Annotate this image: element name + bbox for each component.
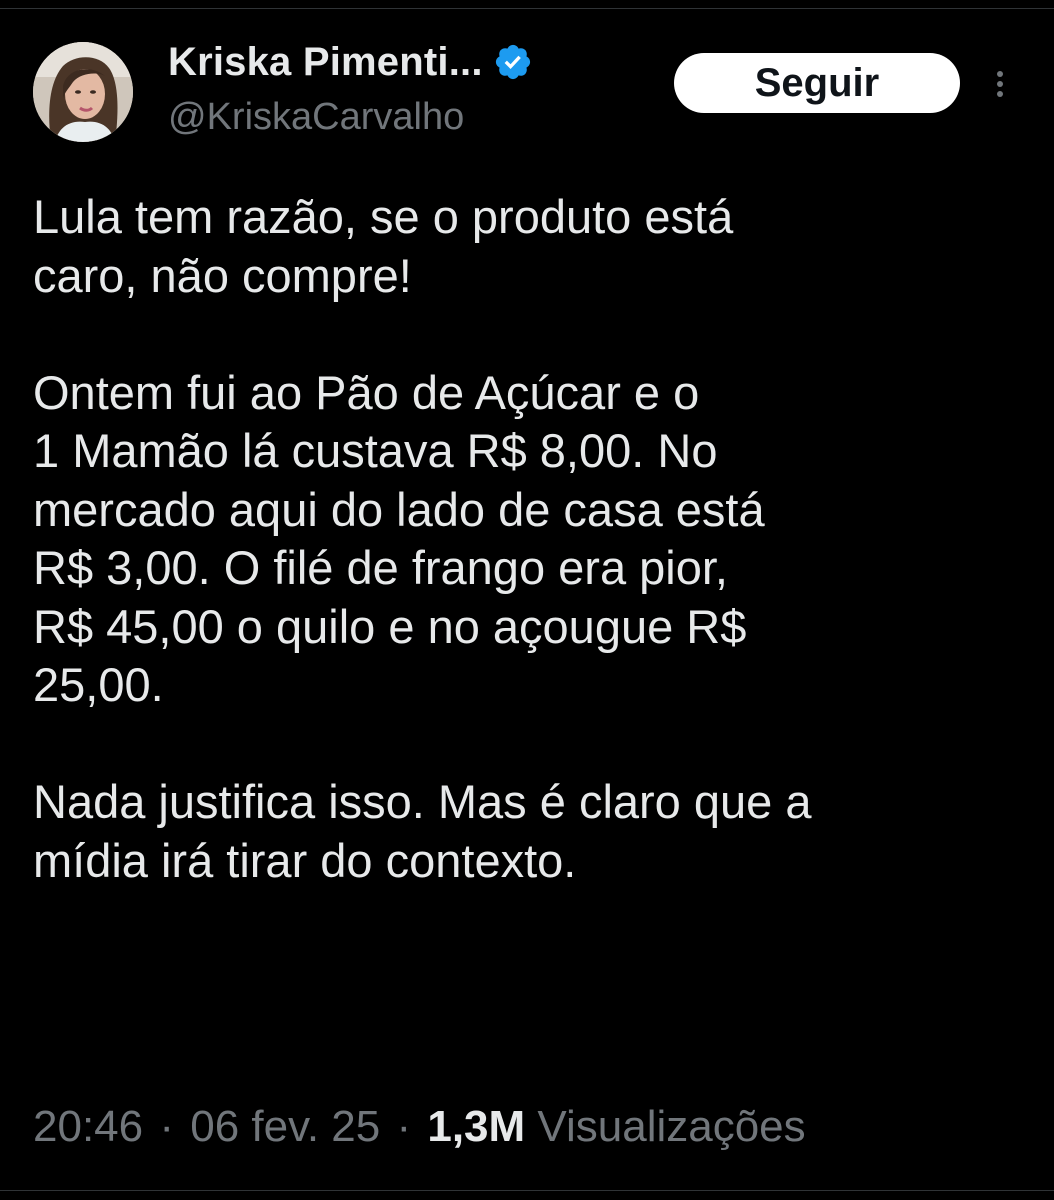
meta-separator: · <box>159 1102 174 1151</box>
author-name-row: Kriska Pimenti... <box>168 36 533 88</box>
top-divider <box>0 8 1054 9</box>
follow-button[interactable]: Seguir <box>674 53 960 113</box>
avatar-image <box>33 42 133 142</box>
tweet-time[interactable]: 20:46 <box>33 1102 143 1151</box>
tweet-paragraph: Lula tem razão, se o produto está caro, … <box>33 190 734 302</box>
author-display-name[interactable]: Kriska Pimenti... <box>168 40 483 85</box>
tweet-paragraph: Nada justifica isso. Mas é claro que a m… <box>33 775 812 887</box>
more-vertical-icon[interactable] <box>988 66 1012 106</box>
tweet-text: Lula tem razão, se o produto está caro, … <box>33 188 1023 890</box>
author-avatar[interactable] <box>33 42 133 142</box>
tweet-meta: 20:46 · 06 fev. 25 · 1,3M Visualizações <box>33 1102 806 1152</box>
views-label[interactable]: Visualizações <box>537 1102 805 1151</box>
bottom-divider <box>0 1190 1054 1191</box>
meta-separator: · <box>396 1102 412 1151</box>
views-count[interactable]: 1,3M <box>427 1102 525 1151</box>
tweet-paragraph: Ontem fui ao Pão de Açúcar e o 1 Mamão l… <box>33 365 765 712</box>
author-handle[interactable]: @KriskaCarvalho <box>168 96 464 139</box>
tweet-date[interactable]: 06 fev. 25 <box>190 1102 380 1151</box>
verified-badge-icon <box>493 42 533 82</box>
